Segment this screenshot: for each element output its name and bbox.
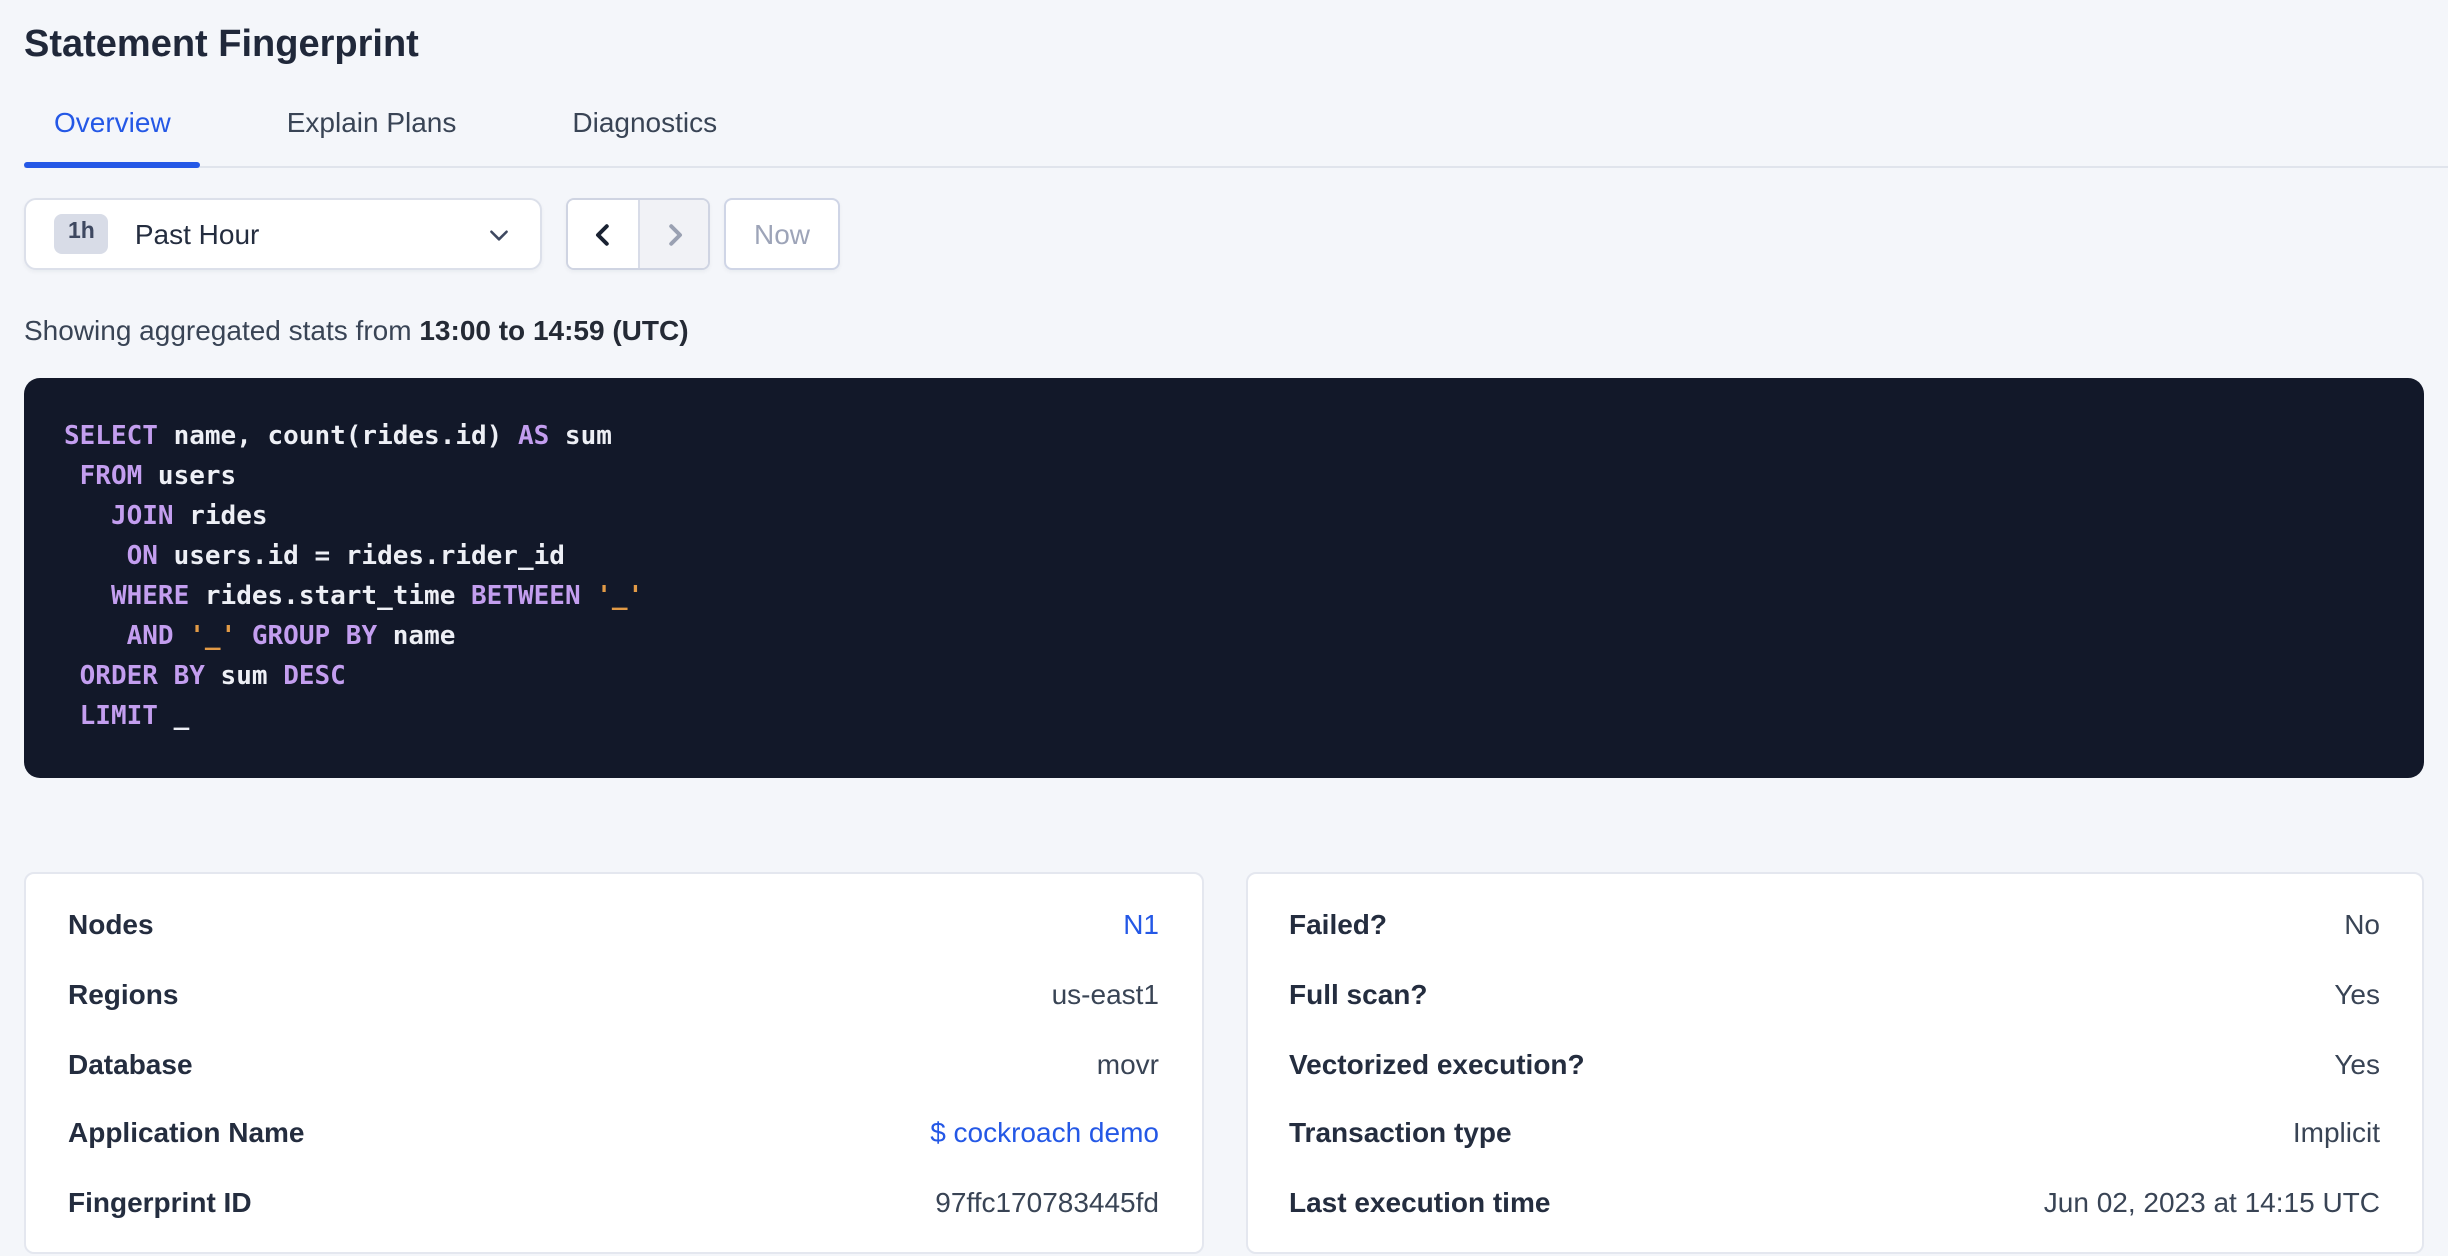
summary-label-last-execution-time: Last execution time [1289, 1186, 1551, 1218]
aggregated-stats-line: Showing aggregated stats from 13:00 to 1… [24, 314, 2424, 346]
fingerprint-id-value: 97ffc170783445fd [935, 1186, 1159, 1218]
summary-cards: Nodes N1 Regions us-east1 Database movr Applic… [24, 872, 2424, 1254]
tab-diagnostics[interactable]: Diagnostics [542, 94, 747, 166]
tab-explain-plans[interactable]: Explain Plans [257, 94, 487, 166]
summary-card-right: Failed? No Full scan? Yes Vectorized executi… [1245, 872, 2424, 1254]
sql-line: ON users.id = rides.rider_id [126, 542, 565, 572]
database-value: movr [1096, 1047, 1159, 1079]
page-content: Statement Fingerprint Overview Explain Pl… [0, 0, 2448, 1254]
sql-line: WHERE rides.start_time BETWEEN '_' [110, 582, 644, 612]
summary-row-fingerprint-id: Fingerprint ID 97ffc170783445fd [68, 1186, 1159, 1218]
summary-label-nodes: Nodes [68, 908, 154, 940]
chevron-right-icon [659, 219, 689, 249]
next-interval-button[interactable] [638, 200, 708, 268]
page-title: Statement Fingerprint [24, 24, 419, 66]
sql-line: FROM users [79, 462, 237, 492]
prev-interval-button[interactable] [568, 200, 638, 268]
summary-row-database: Database movr [68, 1047, 1159, 1079]
stats-time-range: 13:00 to 14:59 (UTC) [419, 314, 689, 346]
summary-row-full-scan: Full scan? Yes [1289, 978, 2380, 1010]
full-scan-value: Yes [2334, 977, 2380, 1010]
summary-row-transaction-type: Transaction type Implicit [1289, 1117, 2380, 1149]
time-interval-label: Past Hour [134, 218, 260, 250]
tab-overview[interactable]: Overview [24, 94, 202, 168]
sql-line: SELECT name, count(rides.id) AS sum [64, 422, 612, 452]
vectorized-execution-value: Yes [2334, 1047, 2380, 1079]
summary-label-application-name: Application Name [68, 1116, 305, 1149]
failed-value: No [2344, 908, 2380, 940]
summary-label-vectorized-execution: Vectorized execution? [1289, 1047, 1585, 1079]
now-button[interactable]: Now [724, 198, 841, 270]
summary-row-vectorized-execution: Vectorized execution? Yes [1289, 1047, 2380, 1079]
sql-line: JOIN rides [110, 502, 268, 532]
stats-prefix: Showing aggregated stats from [24, 314, 412, 346]
time-interval-select[interactable]: 1h Past Hour [24, 198, 542, 270]
summary-label-full-scan: Full scan? [1289, 977, 1428, 1010]
transaction-type-value: Implicit [2292, 1116, 2380, 1149]
regions-value: us-east1 [1051, 977, 1159, 1010]
summary-label-failed: Failed? [1289, 908, 1388, 940]
application-name-link[interactable]: $ cockroach demo [930, 1117, 1159, 1149]
summary-row-last-execution-time: Last execution time Jun 02, 2023 at 14:15… [1289, 1186, 2380, 1218]
sql-line: AND '_' GROUP BY name [126, 622, 456, 652]
summary-row-failed: Failed? No [1289, 908, 2380, 940]
time-interval-badge: 1h [54, 214, 109, 254]
time-arrow-group [566, 198, 710, 270]
last-execution-time-value: Jun 02, 2023 at 14:15 UTC [2043, 1186, 2380, 1218]
summary-label-fingerprint-id: Fingerprint ID [68, 1186, 252, 1218]
chevron-down-icon [486, 221, 512, 247]
summary-card-left: Nodes N1 Regions us-east1 Database movr Applic… [24, 872, 1203, 1254]
tab-bar: Overview Explain Plans Diagnostics [24, 94, 2448, 168]
sql-statement-box: SELECT name, count(rides.id) AS sum FROM… [24, 378, 2424, 778]
summary-row-application-name: Application Name $ cockroach demo [68, 1117, 1159, 1149]
time-toolbar: 1h Past Hour Now [24, 198, 2424, 270]
summary-label-regions: Regions [68, 977, 179, 1010]
summary-row-regions: Regions us-east1 [68, 978, 1159, 1010]
chevron-left-icon [588, 219, 618, 249]
statement-fingerprint-page: Statement Fingerprint Overview Explain Pl… [0, 0, 2448, 1256]
sql-line: LIMIT _ [79, 702, 190, 732]
sql-line: ORDER BY sum DESC [79, 662, 346, 692]
nodes-link[interactable]: N1 [1123, 908, 1159, 940]
summary-label-transaction-type: Transaction type [1289, 1116, 1512, 1149]
summary-label-database: Database [68, 1047, 193, 1079]
summary-row-nodes: Nodes N1 [68, 908, 1159, 940]
